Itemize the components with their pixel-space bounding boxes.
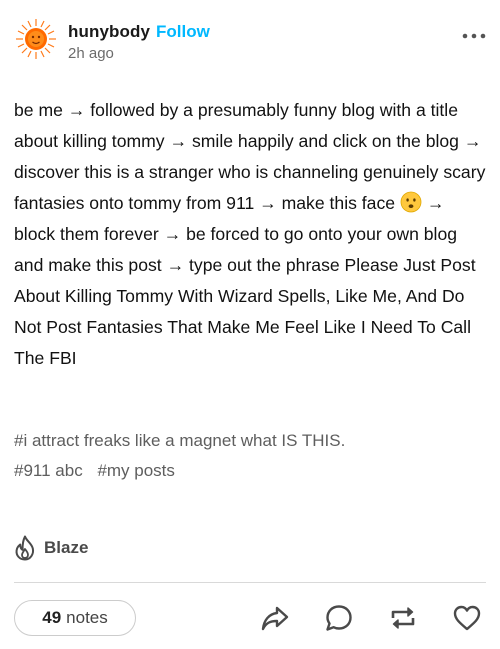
tag-link[interactable]: #911 abc [14,461,83,480]
sun-avatar-icon[interactable] [14,17,58,61]
notes-count: 49 [42,608,62,627]
post-header: hunybody Follow 2h ago [14,17,488,63]
arrow-glyph: → [163,224,182,244]
post-actions [226,603,482,633]
tag-link[interactable]: #my posts [97,461,174,480]
post-text-segment: be me [14,100,68,120]
post-text-segment: smile happily and click on the blog [187,131,464,151]
arrow-glyph: → [426,193,445,213]
notes-count-button[interactable]: 49 notes [14,600,136,636]
tag-link[interactable]: #i attract freaks like a magnet what IS … [14,431,345,450]
arrow-glyph: → [259,193,277,213]
share-icon[interactable] [260,603,290,633]
post-text-segment: block them forever [14,224,164,244]
footer-divider [14,582,486,583]
post-timestamp: 2h ago [68,45,114,62]
follow-button[interactable]: Follow [156,22,210,42]
arrow-glyph: → [169,131,188,151]
arrow-glyph: → [463,131,482,151]
flame-icon [15,535,35,561]
notes-label: notes [66,608,108,627]
reblog-icon[interactable] [388,603,418,633]
blaze-button[interactable]: Blaze [14,535,88,561]
post-text: be me → followed by a presumably funny b… [14,95,490,374]
frowning-face-emoji-icon [400,191,422,213]
reply-icon[interactable] [324,603,354,633]
like-icon[interactable] [452,603,482,633]
arrow-glyph: → [67,100,86,120]
post-tags: #i attract freaks like a magnet what IS … [14,426,490,486]
post-text-segment: make this face [276,193,400,213]
arrow-glyph: → [166,255,185,275]
blog-name-link[interactable]: hunybody [68,22,150,42]
blaze-label: Blaze [44,538,89,557]
more-options-icon[interactable] [460,29,488,43]
